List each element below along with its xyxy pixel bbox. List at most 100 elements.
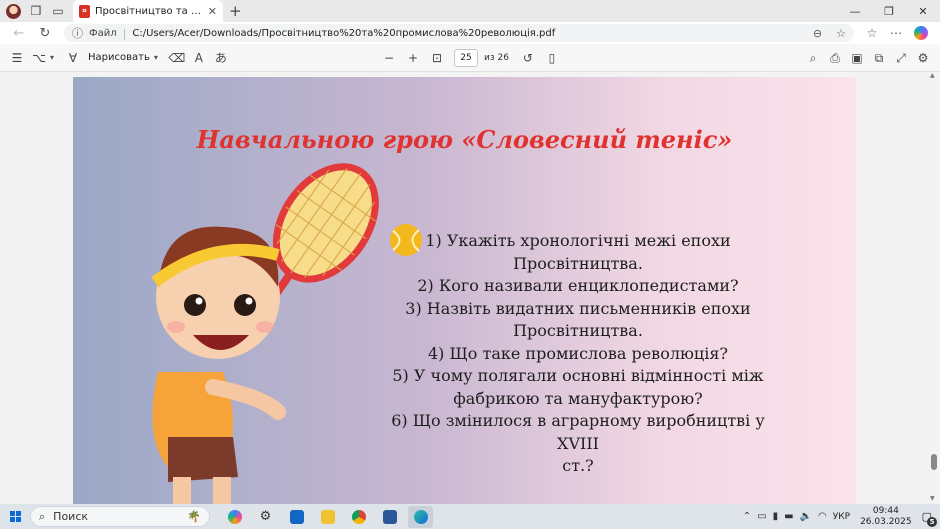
- pdf-toolbar: ☰ ⌥ ▾ ∀ Нарисовать ▾ ⌫ A あ − + ⊡ 25 из 2…: [0, 44, 940, 72]
- new-tab-icon[interactable]: +: [229, 2, 242, 20]
- pdf-file-icon: ⌗: [79, 4, 90, 18]
- refresh-icon[interactable]: ↻: [32, 26, 58, 41]
- address-bar[interactable]: ⓘ Файл | C:/Users/Acer/Downloads/Просвіт…: [64, 24, 854, 42]
- question-line: 5) У чому полягали основні відмінності м…: [392, 366, 764, 385]
- network-icon[interactable]: ▭: [757, 511, 766, 522]
- windows-icon: [9, 511, 21, 522]
- word-icon: [382, 509, 397, 524]
- copilot-icon: [227, 509, 242, 524]
- search-icon[interactable]: ⌕: [802, 51, 824, 66]
- tab-pdf[interactable]: ⌗ Просвітництво та промислова р ✕: [73, 0, 223, 22]
- chevron-down-icon[interactable]: ▾: [154, 53, 158, 62]
- taskbar-apps: ⚙: [222, 505, 433, 528]
- scroll-down-icon[interactable]: ▼: [930, 495, 935, 502]
- draw-button[interactable]: Нарисовать: [88, 52, 150, 63]
- battery-icon[interactable]: ▬: [784, 511, 793, 522]
- question-line: ст.?: [562, 456, 594, 475]
- taskbar-app-settings[interactable]: ⚙: [253, 506, 278, 528]
- window-controls: — ❐ ✕: [838, 5, 940, 18]
- search-icon: ⌕: [39, 509, 46, 523]
- print-icon[interactable]: ⎙: [824, 51, 846, 66]
- edge-icon: [413, 509, 428, 524]
- tab-title: Просвітництво та промислова р: [95, 5, 203, 17]
- chevron-down-icon[interactable]: ▾: [50, 53, 54, 62]
- highlight-icon[interactable]: ⌥: [28, 51, 50, 65]
- minimize-icon[interactable]: —: [838, 5, 872, 18]
- title-bar: ❒ ▭ ⌗ Просвітництво та промислова р ✕ + …: [0, 0, 940, 22]
- back-icon[interactable]: ←: [6, 26, 32, 41]
- taskbar-app-copilot[interactable]: [222, 506, 247, 528]
- zoom-out-icon[interactable]: −: [378, 51, 400, 65]
- system-tray: ⌃ ▭ ▮ ▬ 🔈 ◠ УКР 09:44 26.03.2025 ▢ 5: [743, 506, 940, 528]
- language-indicator[interactable]: УКР: [833, 512, 850, 522]
- question-line: фабрикою та мануфактурою?: [453, 388, 703, 408]
- favorite-star-icon[interactable]: ☆: [836, 27, 846, 40]
- scheme-label: Файл: [89, 27, 117, 39]
- fit-page-icon[interactable]: ⊡: [426, 51, 448, 65]
- clock-time: 09:44: [872, 505, 899, 516]
- favorites-icon[interactable]: ☆: [860, 26, 884, 40]
- scroll-thumb[interactable]: [931, 454, 937, 470]
- taskbar-search[interactable]: ⌕ Поиск 🌴: [30, 506, 210, 527]
- info-icon[interactable]: ⓘ: [72, 25, 83, 41]
- settings-gear-icon[interactable]: ⚙: [912, 51, 934, 65]
- tab-actions-icon[interactable]: ▭: [47, 0, 69, 22]
- wifi-icon[interactable]: ◠: [818, 511, 827, 522]
- volume-icon[interactable]: 🔈: [800, 511, 812, 522]
- notification-icon[interactable]: ▢ 5: [922, 510, 937, 527]
- outlook-icon: [289, 509, 304, 524]
- copilot-icon[interactable]: [914, 26, 928, 40]
- taskbar-app-chrome[interactable]: [346, 506, 371, 528]
- search-highlight-icon: 🌴: [187, 510, 201, 523]
- draw-icon[interactable]: ∀: [62, 51, 84, 65]
- workspaces-icon[interactable]: ❒: [25, 0, 47, 22]
- taskbar: ⌕ Поиск 🌴 ⚙ ⌃ ▭ ▮ ▬ 🔈 ◠ УКР 09:44 26.03.…: [0, 504, 940, 529]
- taskbar-app-outlook[interactable]: [284, 506, 309, 528]
- save-as-icon[interactable]: ⧉: [868, 51, 890, 66]
- page-view-icon[interactable]: ▯: [541, 51, 563, 65]
- question-line: 3) Назвіть видатних письменників епохи: [405, 298, 751, 318]
- fullscreen-icon[interactable]: ⤢: [890, 51, 912, 66]
- kid-tennis-illustration: [151, 163, 379, 504]
- page-navigation: − + ⊡ 25 из 26 ↺ ▯: [378, 44, 563, 72]
- document-viewport[interactable]: Навчальною грою «Словесний теніс» 1) Ука…: [0, 72, 940, 504]
- clock[interactable]: 09:44 26.03.2025: [860, 506, 912, 528]
- scroll-up-icon[interactable]: ▲: [930, 72, 935, 79]
- profile-avatar[interactable]: [6, 3, 21, 19]
- question-line: 1) Укажіть хронологічні межі епохи: [425, 231, 731, 250]
- taskbar-app-explorer[interactable]: [315, 506, 340, 528]
- close-window-icon[interactable]: ✕: [906, 5, 940, 18]
- question-line: Просвітництва.: [513, 321, 643, 340]
- question-line: 2) Кого називали енциклопедистами?: [417, 276, 739, 295]
- chrome-icon: [351, 509, 366, 524]
- contents-icon[interactable]: ☰: [6, 51, 28, 65]
- address-url[interactable]: C:/Users/Acer/Downloads/Просвітництво%20…: [132, 28, 799, 39]
- mic-icon[interactable]: ▮: [773, 511, 779, 522]
- question-line: Просвітництва.: [513, 253, 643, 273]
- taskbar-app-edge[interactable]: [408, 505, 433, 528]
- start-button[interactable]: [0, 504, 30, 529]
- address-bar-row: ← ↻ ⓘ Файл | C:/Users/Acer/Downloads/Про…: [0, 22, 940, 44]
- folder-icon: [320, 509, 335, 524]
- save-icon[interactable]: ▣: [846, 51, 868, 65]
- maximize-icon[interactable]: ❐: [872, 5, 906, 18]
- question-line: 6) Що змінилося в аграрному виробництві …: [391, 411, 770, 453]
- taskbar-app-word[interactable]: [377, 506, 402, 528]
- more-menu-icon[interactable]: ⋯: [884, 26, 908, 40]
- vertical-scrollbar[interactable]: ▲ ▼: [930, 72, 937, 504]
- questions-list: 1) Укажіть хронологічні межі епохи Просв…: [368, 230, 788, 478]
- search-label: Поиск: [53, 510, 89, 523]
- rotate-icon[interactable]: ↺: [517, 51, 539, 65]
- page-number-input[interactable]: 25: [454, 49, 478, 67]
- clock-date: 26.03.2025: [860, 516, 912, 527]
- notification-count: 5: [927, 517, 937, 527]
- chevron-up-icon[interactable]: ⌃: [743, 511, 751, 522]
- read-aloud-icon[interactable]: A: [188, 51, 210, 65]
- close-tab-icon[interactable]: ✕: [208, 5, 217, 18]
- eraser-icon[interactable]: ⌫: [166, 51, 188, 65]
- zoom-icon[interactable]: ⊖: [813, 27, 822, 40]
- zoom-in-icon[interactable]: +: [402, 51, 424, 65]
- pdf-page: Навчальною грою «Словесний теніс» 1) Ука…: [73, 77, 856, 504]
- translate-icon[interactable]: あ: [210, 49, 232, 66]
- question-line: 4) Що таке промислова революція?: [428, 343, 728, 363]
